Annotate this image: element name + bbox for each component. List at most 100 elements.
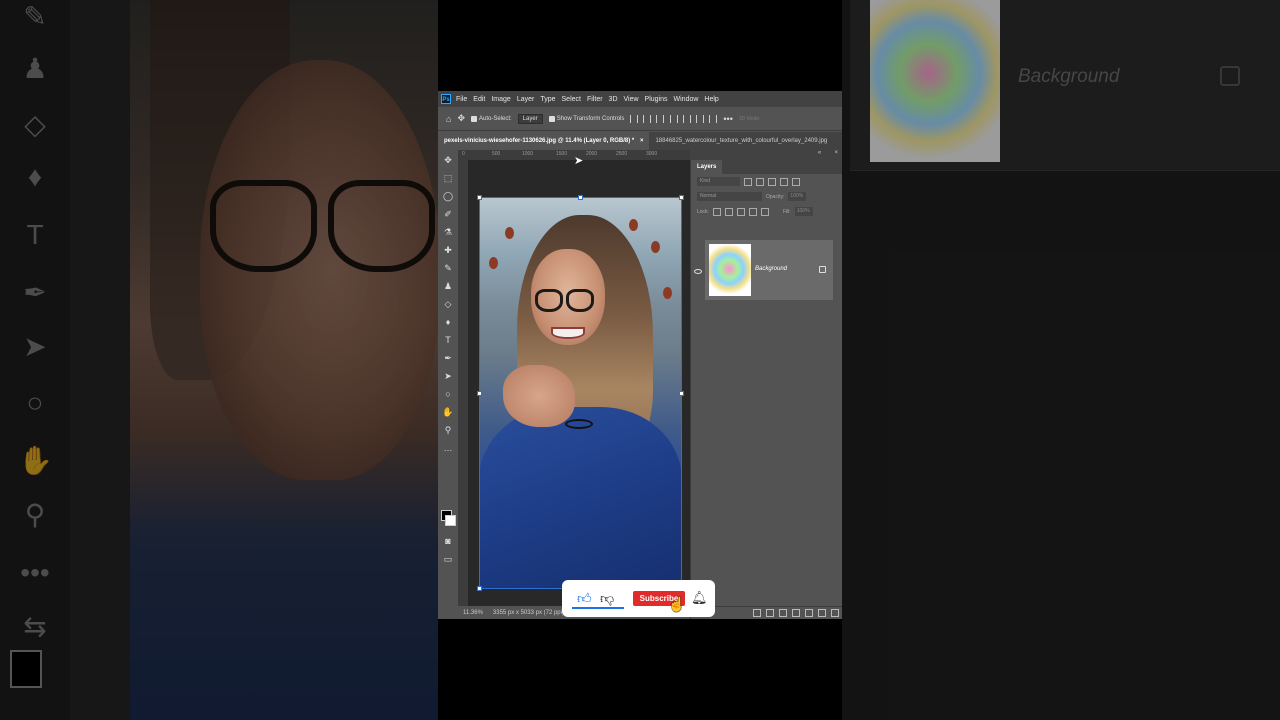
- healing-brush-icon[interactable]: ✚: [442, 244, 454, 256]
- transform-handle[interactable]: [679, 391, 684, 396]
- menu-3d[interactable]: 3D: [609, 96, 618, 103]
- ruler-tick: 3000: [646, 151, 658, 157]
- tab-layers[interactable]: Layers: [691, 160, 723, 174]
- fill-field[interactable]: 100%: [794, 207, 813, 216]
- ruler-tick: 0: [462, 151, 465, 157]
- new-group-icon[interactable]: [805, 609, 813, 617]
- lock-icon[interactable]: [819, 266, 826, 273]
- close-icon[interactable]: ×: [640, 138, 644, 144]
- eraser-tool-icon[interactable]: ◇: [442, 298, 454, 310]
- add-mask-icon[interactable]: [779, 609, 787, 617]
- new-layer-icon[interactable]: [818, 609, 826, 617]
- menu-image[interactable]: Image: [491, 96, 510, 103]
- transform-handle[interactable]: [679, 195, 684, 200]
- layer-filter-row: Kind: [691, 174, 842, 189]
- menu-layer[interactable]: Layer: [517, 96, 535, 103]
- paint-bucket-icon[interactable]: ♦: [442, 316, 454, 328]
- zoom-tool-icon[interactable]: ⚲: [442, 424, 454, 436]
- color-swatches[interactable]: [441, 510, 456, 526]
- menu-view[interactable]: View: [624, 96, 639, 103]
- auto-select-target-dropdown[interactable]: Layer: [517, 113, 543, 124]
- lock-fill-row: Lock: Fill: 100%: [691, 204, 842, 219]
- auto-select-label: Auto-Select:: [478, 115, 512, 122]
- background-right-blurred: Background: [842, 0, 1280, 720]
- collapse-panels-icon[interactable]: « ×: [818, 150, 838, 156]
- layer-item-background[interactable]: Background: [705, 240, 833, 300]
- lasso-tool-icon[interactable]: ◯: [442, 190, 454, 202]
- tab-document-second[interactable]: 18846825_watercolour_texture_with_colour…: [649, 132, 833, 150]
- layer-thumbnail: [709, 244, 751, 296]
- move-tool-icon[interactable]: ✥: [442, 154, 454, 166]
- show-transform-checkbox[interactable]: Show Transform Controls: [548, 115, 625, 122]
- lock-icons[interactable]: [712, 207, 769, 216]
- checkbox-icon: [548, 115, 555, 122]
- layer-kind-filter[interactable]: Kind: [697, 177, 740, 186]
- layer-name: Background: [755, 266, 788, 272]
- tab-title: pexels-vinicius-wiesehofer-1130626.jpg @…: [444, 138, 635, 144]
- move-tool-icon[interactable]: ✥: [457, 113, 465, 124]
- layers-panel: Layers Kind Normal Opacity: 100% Lock: F…: [690, 160, 842, 619]
- blend-mode-dropdown[interactable]: Normal: [697, 192, 762, 201]
- home-icon[interactable]: ⌂: [446, 114, 451, 124]
- align-buttons[interactable]: [630, 114, 665, 123]
- menu-plugins[interactable]: Plugins: [645, 96, 668, 103]
- transform-handle[interactable]: [477, 586, 482, 591]
- eyedropper-tool-icon[interactable]: ⚗: [442, 226, 454, 238]
- delete-layer-icon[interactable]: [831, 609, 839, 617]
- options-bar: ⌂ ✥ Auto-Select: Layer Show Transform Co…: [438, 107, 842, 131]
- quick-mask-icon[interactable]: ◙: [442, 535, 454, 547]
- clone-stamp-icon[interactable]: ♟: [442, 280, 454, 292]
- menu-filter[interactable]: Filter: [587, 96, 603, 103]
- like-subscribe-overlay: 👍︎ 👎︎ Subscribe 🔔︎: [562, 580, 715, 617]
- 3d-mode-label: 3D Mode:: [738, 115, 761, 122]
- layer-filter-icons[interactable]: [744, 177, 800, 186]
- screen-mode-icon[interactable]: ▭: [442, 553, 454, 565]
- photoshop-window: Ps File Edit Image Layer Type Select Fil…: [438, 91, 842, 619]
- menu-window[interactable]: Window: [674, 96, 699, 103]
- link-layers-icon[interactable]: [753, 609, 761, 617]
- more-tools-icon[interactable]: …: [442, 442, 454, 454]
- thumbs-up-icon[interactable]: 👍︎: [577, 590, 592, 607]
- document-info: 3355 px x 5033 px (72 ppi): [492, 609, 564, 616]
- menu-file[interactable]: File: [456, 96, 467, 103]
- layer-style-icon[interactable]: [766, 609, 774, 617]
- visibility-eye-icon[interactable]: [694, 269, 702, 274]
- adjustment-layer-icon[interactable]: [792, 609, 800, 617]
- photoshop-logo-icon: Ps: [441, 94, 451, 104]
- blend-opacity-row: Normal Opacity: 100%: [691, 189, 842, 204]
- tools-panel: ✥ ⬚ ◯ ✐ ⚗ ✚ ✎ ♟ ◇ ♦ T ✒ ➤ ○ ✋ ⚲ … ◙ ▭: [438, 150, 459, 619]
- marquee-tool-icon[interactable]: ⬚: [442, 172, 454, 184]
- hand-tool-icon[interactable]: ✋: [442, 406, 454, 418]
- distribute-buttons[interactable]: [670, 114, 718, 123]
- transform-handle[interactable]: [477, 391, 482, 396]
- lock-label: Lock:: [697, 208, 709, 215]
- path-select-icon[interactable]: ➤: [442, 370, 454, 382]
- pen-tool-icon[interactable]: ✒: [442, 352, 454, 364]
- ruler-tick: 2500: [616, 151, 628, 157]
- transform-handle[interactable]: [578, 195, 583, 200]
- bell-icon[interactable]: 🔔︎: [691, 590, 708, 606]
- opacity-label: Opacity:: [766, 193, 785, 200]
- ellipse-tool-icon[interactable]: ○: [442, 388, 454, 400]
- tab-document-active[interactable]: pexels-vinicius-wiesehofer-1130626.jpg @…: [438, 132, 650, 150]
- background-color-swatch[interactable]: [445, 515, 456, 526]
- ruler-tick: 1500: [556, 151, 568, 157]
- type-tool-icon[interactable]: T: [442, 334, 454, 346]
- menu-type[interactable]: Type: [540, 96, 555, 103]
- transform-bounding-box[interactable]: [479, 197, 682, 589]
- menu-select[interactable]: Select: [562, 96, 581, 103]
- menu-help[interactable]: Help: [704, 96, 718, 103]
- menu-edit[interactable]: Edit: [473, 96, 485, 103]
- auto-select-checkbox[interactable]: Auto-Select:: [470, 115, 512, 122]
- transform-handle[interactable]: [477, 195, 482, 200]
- thumbs-down-icon[interactable]: 👎︎: [600, 590, 614, 607]
- more-options-icon[interactable]: •••: [723, 114, 732, 124]
- fill-label: Fill:: [782, 208, 791, 215]
- canvas-area[interactable]: ➤: [468, 155, 690, 606]
- brush-tool-icon[interactable]: ✎: [442, 262, 454, 274]
- ruler-tick: 500: [492, 151, 501, 157]
- opacity-field[interactable]: 100%: [788, 192, 807, 201]
- zoom-level[interactable]: 11.36%: [463, 610, 483, 616]
- quick-select-tool-icon[interactable]: ✐: [442, 208, 454, 220]
- show-transform-label: Show Transform Controls: [556, 115, 625, 122]
